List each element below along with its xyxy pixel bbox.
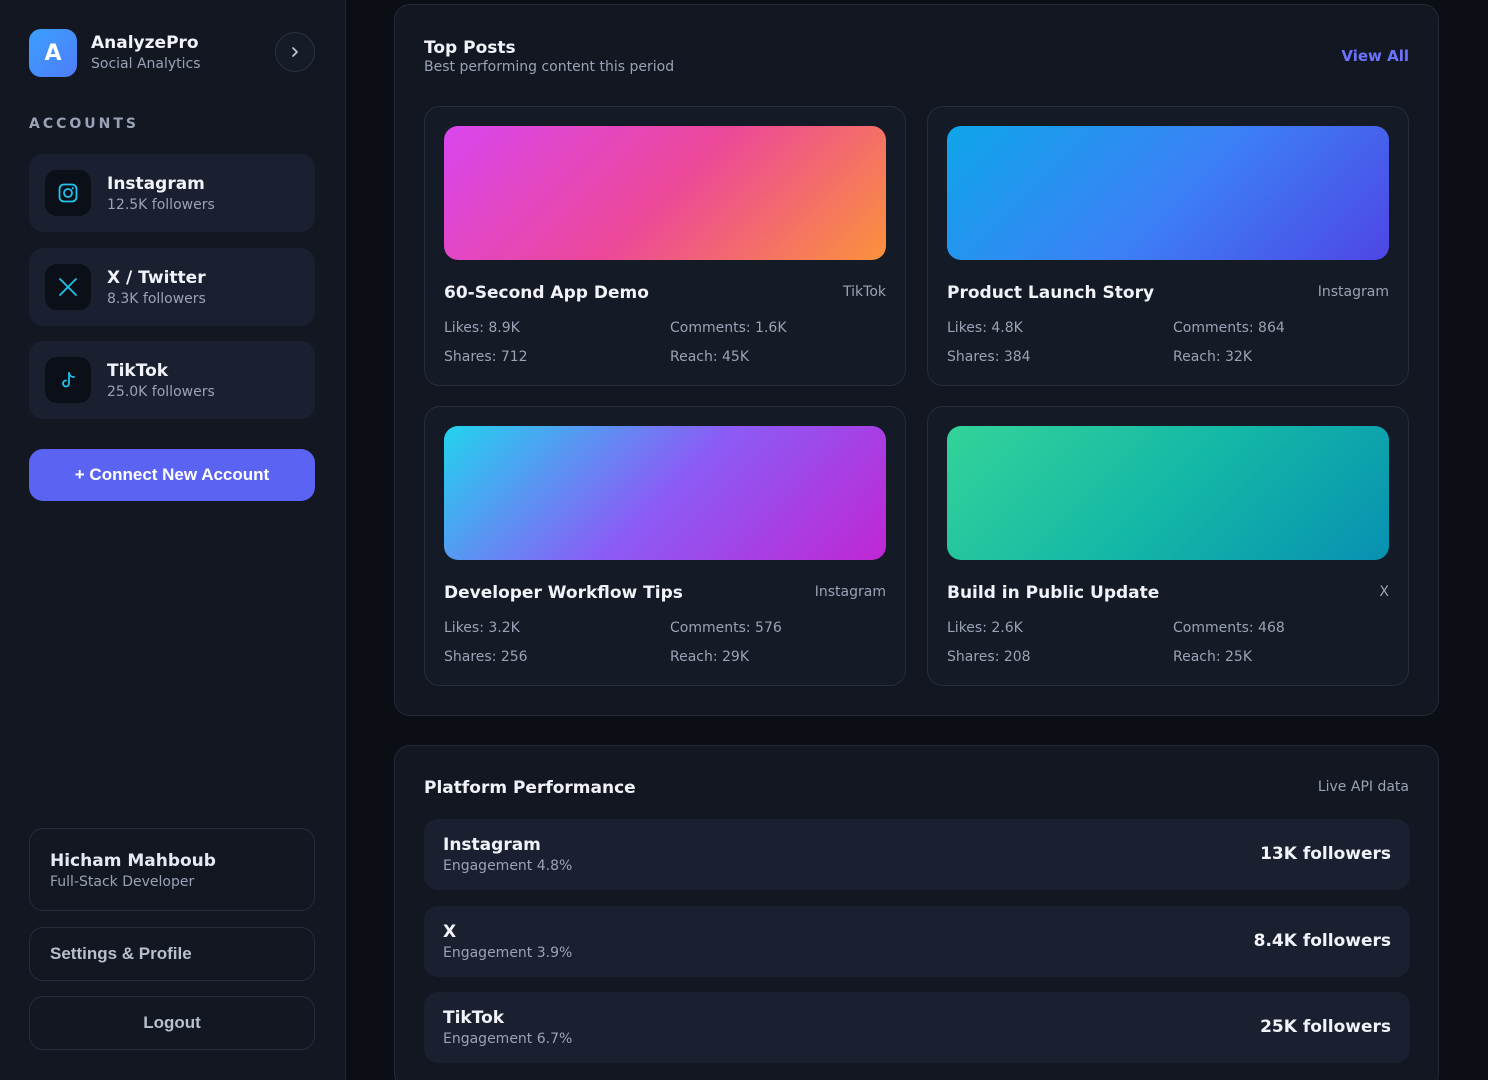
post-reach: Reach: 29K bbox=[670, 649, 750, 665]
post-reach: Reach: 25K bbox=[1173, 649, 1253, 665]
account-name: TikTok bbox=[107, 361, 169, 381]
connect-new-account-button[interactable]: + Connect New Account bbox=[29, 449, 315, 501]
view-all-link[interactable]: View All bbox=[1341, 47, 1409, 65]
performance-engagement: Engagement 3.9% bbox=[443, 945, 573, 961]
post-card[interactable]: Build in Public Update X Likes: 2.6K Com… bbox=[927, 406, 1409, 686]
accounts-heading: ACCOUNTS bbox=[29, 116, 140, 132]
post-comments: Comments: 576 bbox=[670, 620, 782, 636]
account-x-twitter[interactable]: X / Twitter 8.3K followers bbox=[29, 248, 315, 326]
post-card[interactable]: Developer Workflow Tips Instagram Likes:… bbox=[424, 406, 906, 686]
account-followers: 8.3K followers bbox=[107, 291, 206, 307]
post-likes: Likes: 2.6K bbox=[947, 620, 1023, 636]
account-followers: 25.0K followers bbox=[107, 384, 215, 400]
performance-followers: 8.4K followers bbox=[1253, 931, 1391, 951]
account-icon-wrap bbox=[45, 264, 91, 310]
post-title: 60-Second App Demo bbox=[444, 283, 649, 303]
performance-followers: 13K followers bbox=[1260, 844, 1391, 864]
collapse-sidebar-button[interactable] bbox=[275, 32, 315, 72]
post-title: Build in Public Update bbox=[947, 583, 1160, 603]
post-card[interactable]: Product Launch Story Instagram Likes: 4.… bbox=[927, 106, 1409, 386]
user-name: Hicham Mahboub bbox=[50, 851, 216, 871]
post-likes: Likes: 4.8K bbox=[947, 320, 1023, 336]
account-tiktok[interactable]: TikTok 25.0K followers bbox=[29, 341, 315, 419]
account-name: X / Twitter bbox=[107, 268, 206, 288]
tiktok-icon bbox=[62, 372, 75, 388]
performance-row-x[interactable]: X Engagement 3.9% 8.4K followers bbox=[424, 906, 1410, 977]
performance-followers: 25K followers bbox=[1260, 1017, 1391, 1037]
account-icon-wrap bbox=[45, 170, 91, 216]
sidebar: A AnalyzePro Social Analytics ACCOUNTS I… bbox=[0, 0, 346, 1080]
post-thumbnail bbox=[947, 126, 1389, 260]
post-platform: Instagram bbox=[1317, 284, 1389, 300]
post-shares: Shares: 256 bbox=[444, 649, 528, 665]
post-platform: TikTok bbox=[843, 284, 886, 300]
settings-profile-button[interactable]: Settings & Profile bbox=[29, 927, 315, 981]
brand-subtitle: Social Analytics bbox=[91, 56, 201, 72]
brand-logo: A bbox=[29, 29, 77, 77]
post-thumbnail bbox=[444, 126, 886, 260]
post-likes: Likes: 3.2K bbox=[444, 620, 520, 636]
post-title: Developer Workflow Tips bbox=[444, 583, 683, 603]
post-comments: Comments: 864 bbox=[1173, 320, 1285, 336]
post-shares: Shares: 712 bbox=[444, 349, 528, 365]
post-reach: Reach: 32K bbox=[1173, 349, 1253, 365]
post-comments: Comments: 1.6K bbox=[670, 320, 787, 336]
top-posts-title: Top Posts bbox=[424, 38, 516, 58]
app: A AnalyzePro Social Analytics ACCOUNTS I… bbox=[0, 0, 1488, 1080]
brand-name: AnalyzePro bbox=[91, 33, 199, 53]
live-api-note: Live API data bbox=[1317, 779, 1409, 795]
user-role: Full-Stack Developer bbox=[50, 874, 195, 890]
post-shares: Shares: 208 bbox=[947, 649, 1031, 665]
post-platform: Instagram bbox=[814, 584, 886, 600]
post-platform: X bbox=[1379, 584, 1389, 600]
platform-performance-panel: Platform Performance Live API data Insta… bbox=[394, 745, 1439, 1080]
performance-row-instagram[interactable]: Instagram Engagement 4.8% 13K followers bbox=[424, 819, 1410, 890]
performance-platform-name: TikTok bbox=[443, 1008, 505, 1028]
post-title: Product Launch Story bbox=[947, 283, 1155, 303]
chevron-right-icon bbox=[292, 47, 298, 57]
x-icon bbox=[59, 278, 77, 296]
account-name: Instagram bbox=[107, 174, 205, 194]
logout-button[interactable]: Logout bbox=[29, 996, 315, 1050]
top-posts-panel: Top Posts Best performing content this p… bbox=[394, 4, 1439, 716]
brand: A AnalyzePro Social Analytics bbox=[29, 29, 315, 77]
account-instagram[interactable]: Instagram 12.5K followers bbox=[29, 154, 315, 232]
performance-engagement: Engagement 6.7% bbox=[443, 1031, 573, 1047]
platform-performance-title: Platform Performance bbox=[424, 778, 636, 798]
post-likes: Likes: 8.9K bbox=[444, 320, 520, 336]
top-posts-subtitle: Best performing content this period bbox=[424, 59, 675, 75]
post-shares: Shares: 384 bbox=[947, 349, 1031, 365]
post-card[interactable]: 60-Second App Demo TikTok Likes: 8.9K Co… bbox=[424, 106, 906, 386]
post-thumbnail bbox=[444, 426, 886, 560]
performance-engagement: Engagement 4.8% bbox=[443, 858, 573, 874]
account-icon-wrap bbox=[45, 357, 91, 403]
performance-row-tiktok[interactable]: TikTok Engagement 6.7% 25K followers bbox=[424, 992, 1410, 1063]
account-followers: 12.5K followers bbox=[107, 197, 215, 213]
performance-platform-name: Instagram bbox=[443, 835, 541, 855]
user-card[interactable]: Hicham Mahboub Full-Stack Developer bbox=[29, 828, 315, 911]
post-reach: Reach: 45K bbox=[670, 349, 750, 365]
instagram-icon bbox=[58, 183, 78, 203]
post-thumbnail bbox=[947, 426, 1389, 560]
post-comments: Comments: 468 bbox=[1173, 620, 1285, 636]
performance-platform-name: X bbox=[443, 922, 457, 942]
